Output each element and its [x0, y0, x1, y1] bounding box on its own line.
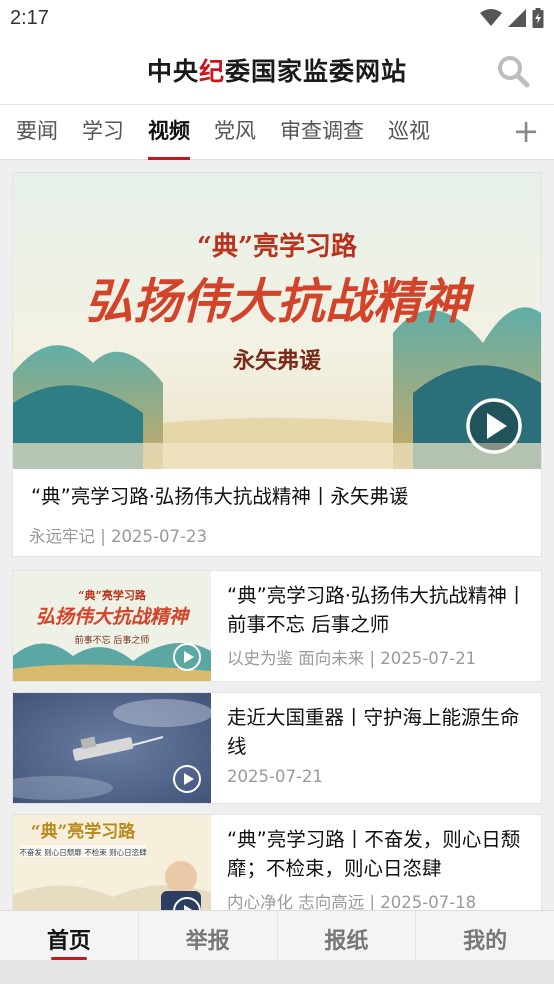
video-thumbnail[interactable]: “典”亮学习路 不奋发 则心日颓靡 不检束 则心日恣肆 — [13, 815, 211, 917]
logo-text-pre: 中央 — [146, 57, 199, 86]
signal-icon — [508, 9, 526, 27]
card-body: “典”亮学习路丨不奋发，则心日颓靡；不检束，则心日恣肆 内心净化 志向高远 | … — [211, 815, 541, 917]
wifi-icon — [480, 9, 502, 26]
play-icon[interactable] — [173, 765, 201, 793]
video-list-item[interactable]: “典”亮学习路 不奋发 则心日颓靡 不检束 则心日恣肆 “典”亮学习路丨不奋发，… — [12, 814, 542, 918]
thumbnail-quote: “典”亮学习路 — [31, 821, 137, 842]
thumbnail-subtitle: 前事不忘 后事之师 — [75, 634, 150, 646]
status-bar: 2:17 — [0, 0, 554, 36]
channel-tabs: 要闻 学习 视频 党风 审查调查 巡视 + — [0, 104, 554, 160]
tab-xuexi[interactable]: 学习 — [82, 104, 124, 160]
hero-art-calligraphy: 弘扬伟大抗战精神 — [85, 274, 475, 330]
card-body: “典”亮学习路·弘扬伟大抗战精神丨前事不忘 后事之师 以史为鉴 面向未来 | 2… — [211, 571, 541, 681]
tab-xunshi[interactable]: 巡视 — [388, 104, 430, 160]
tab-shipin[interactable]: 视频 — [148, 104, 190, 160]
battery-icon — [532, 8, 544, 28]
card-title[interactable]: “典”亮学习路·弘扬伟大抗战精神丨前事不忘 后事之师 — [227, 581, 529, 639]
status-time: 2:17 — [10, 6, 49, 29]
thumbnail-quote: “典”亮学习路 — [78, 588, 147, 602]
card-meta: 以史为鉴 面向未来 | 2025-07-21 — [227, 649, 477, 668]
thumbnail-caption: 不奋发 则心日颓靡 不检束 则心日恣肆 — [19, 847, 147, 857]
hero-video-card[interactable]: “典”亮学习路 弘扬伟大抗战精神 永矢弗谖 “典”亮学习路·弘扬伟大抗战精神丨永… — [12, 172, 542, 557]
logo-text-post: 委国家监委网站 — [225, 57, 408, 86]
play-icon[interactable] — [173, 643, 201, 671]
video-thumbnail[interactable]: “典”亮学习路 弘扬伟大抗战精神 前事不忘 后事之师 — [13, 571, 211, 681]
card-meta: 2025-07-21 — [227, 767, 323, 786]
search-icon[interactable] — [496, 54, 530, 88]
thumbnail-calligraphy: 弘扬伟大抗战精神 — [36, 606, 191, 628]
play-icon[interactable] — [465, 397, 523, 455]
video-thumbnail[interactable] — [13, 693, 211, 803]
hero-meta: 永远牢记 | 2025-07-23 — [29, 527, 207, 546]
app-header: 中央纪委国家监委网站 — [0, 36, 554, 104]
tab-shencha-diaocha[interactable]: 审查调查 — [280, 104, 364, 160]
hero-title[interactable]: “典”亮学习路·弘扬伟大抗战精神丨永矢弗谖 — [13, 469, 541, 511]
tab-dangfeng[interactable]: 党风 — [214, 104, 256, 160]
video-feed: “典”亮学习路 弘扬伟大抗战精神 永矢弗谖 “典”亮学习路·弘扬伟大抗战精神丨永… — [12, 172, 542, 918]
card-body: 走近大国重器丨守护海上能源生命线 2025-07-21 — [211, 693, 541, 803]
add-channel-icon[interactable]: + — [512, 115, 540, 149]
hero-art-quote: “典”亮学习路 — [197, 231, 358, 262]
hero-thumbnail[interactable]: “典”亮学习路 弘扬伟大抗战精神 永矢弗谖 — [13, 173, 541, 469]
site-logo: 中央纪委国家监委网站 — [147, 52, 407, 88]
card-title[interactable]: 走近大国重器丨守护海上能源生命线 — [227, 703, 529, 761]
logo-text-accent: 纪 — [198, 57, 225, 86]
video-list-item[interactable]: “典”亮学习路 弘扬伟大抗战精神 前事不忘 后事之师 “典”亮学习路·弘扬伟大抗… — [12, 570, 542, 682]
status-icons — [480, 8, 544, 28]
tab-yaowen[interactable]: 要闻 — [16, 104, 58, 160]
system-nav-strip — [0, 960, 554, 984]
video-list-item[interactable]: 走近大国重器丨守护海上能源生命线 2025-07-21 — [12, 692, 542, 804]
hero-thumbnail-art: “典”亮学习路 弘扬伟大抗战精神 永矢弗谖 — [13, 173, 541, 469]
card-title[interactable]: “典”亮学习路丨不奋发，则心日颓靡；不检束，则心日恣肆 — [227, 825, 529, 883]
hero-art-subtitle: 永矢弗谖 — [233, 348, 322, 374]
